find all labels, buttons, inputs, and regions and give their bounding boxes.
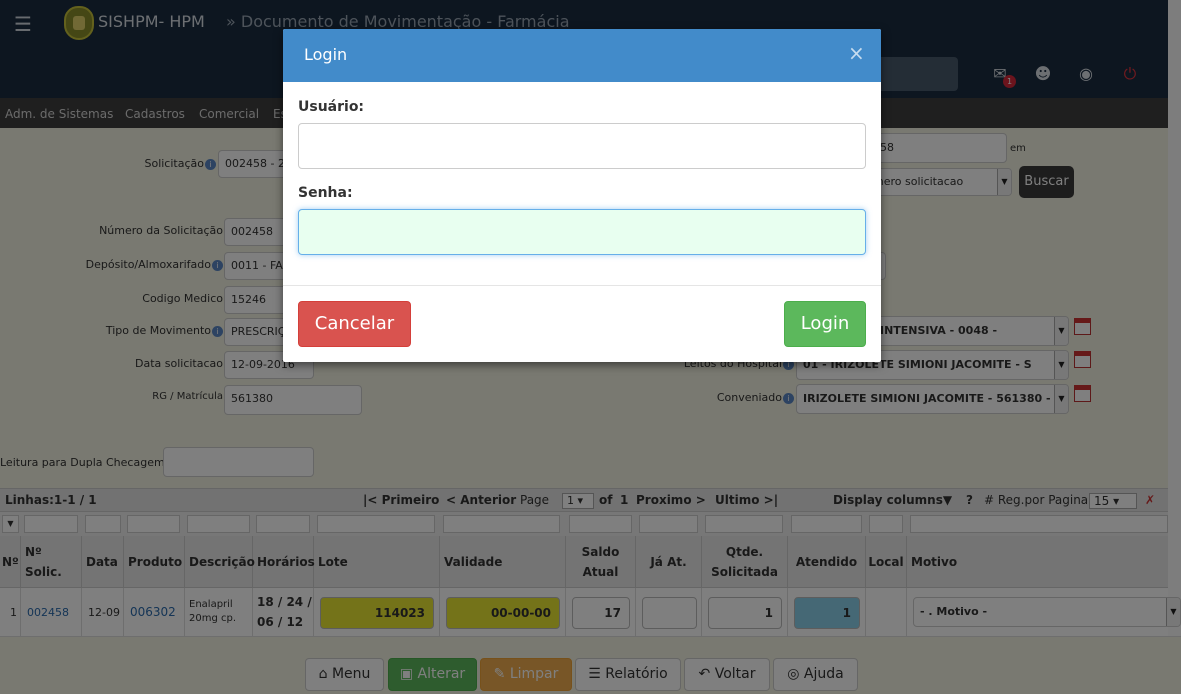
- close-icon[interactable]: ×: [848, 43, 865, 63]
- login-modal: Login × Usuário: Senha: Cancelar Login: [283, 29, 881, 362]
- usuario-label: Usuário:: [298, 99, 365, 115]
- senha-label: Senha:: [298, 185, 353, 201]
- cancelar-button[interactable]: Cancelar: [298, 301, 411, 347]
- modal-header: [283, 29, 881, 82]
- senha-input[interactable]: [298, 209, 866, 255]
- login-button[interactable]: Login: [784, 301, 866, 347]
- modal-title: Login: [304, 45, 348, 64]
- usuario-input[interactable]: [298, 123, 866, 169]
- modal-divider: [283, 285, 881, 286]
